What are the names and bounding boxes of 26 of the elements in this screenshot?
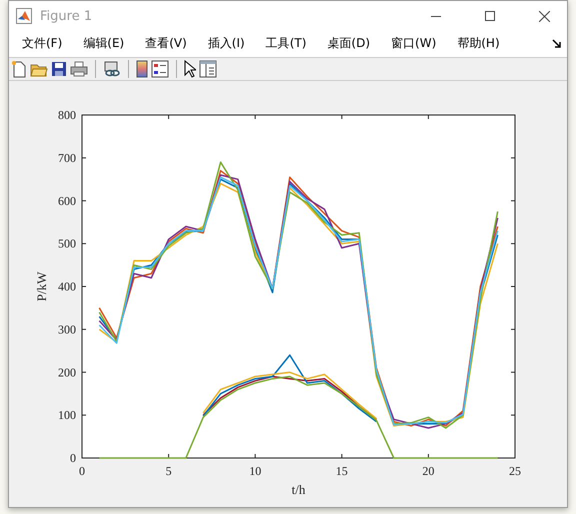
window-title: Figure 1 bbox=[40, 8, 94, 24]
menu-item[interactable]: 插入(I) bbox=[200, 35, 252, 52]
y-tick-label: 100 bbox=[58, 408, 76, 422]
menu-item[interactable]: 窗口(W) bbox=[384, 35, 444, 52]
x-tick-label: 0 bbox=[79, 464, 85, 478]
menu-item[interactable]: 工具(T) bbox=[258, 35, 314, 52]
x-tick-label: 10 bbox=[249, 464, 262, 478]
menu-item[interactable]: 编辑(E) bbox=[76, 35, 132, 52]
y-tick-label: 500 bbox=[58, 236, 76, 251]
y-tick-label: 600 bbox=[58, 194, 76, 208]
x-tick-label: 15 bbox=[336, 464, 348, 478]
menu-item[interactable]: 帮助(H) bbox=[450, 35, 507, 52]
menu-item[interactable]: 桌面(D) bbox=[320, 35, 378, 52]
x-tick-label: 20 bbox=[422, 464, 434, 478]
y-tick-label: 700 bbox=[58, 150, 76, 165]
x-tick-label: 5 bbox=[166, 464, 172, 478]
menu-item[interactable]: 文件(F) bbox=[15, 35, 70, 52]
y-axis-label: P/kW bbox=[34, 272, 49, 302]
y-tick-label: 300 bbox=[58, 322, 76, 336]
y-tick-label: 400 bbox=[58, 280, 76, 294]
menu-item[interactable]: 查看(V) bbox=[138, 35, 194, 52]
y-tick-label: 200 bbox=[58, 365, 76, 380]
x-axis-label: t/h bbox=[292, 482, 306, 497]
x-tick-label: 25 bbox=[509, 464, 521, 478]
y-tick-label: 0 bbox=[70, 451, 76, 465]
y-tick-label: 800 bbox=[58, 108, 76, 122]
